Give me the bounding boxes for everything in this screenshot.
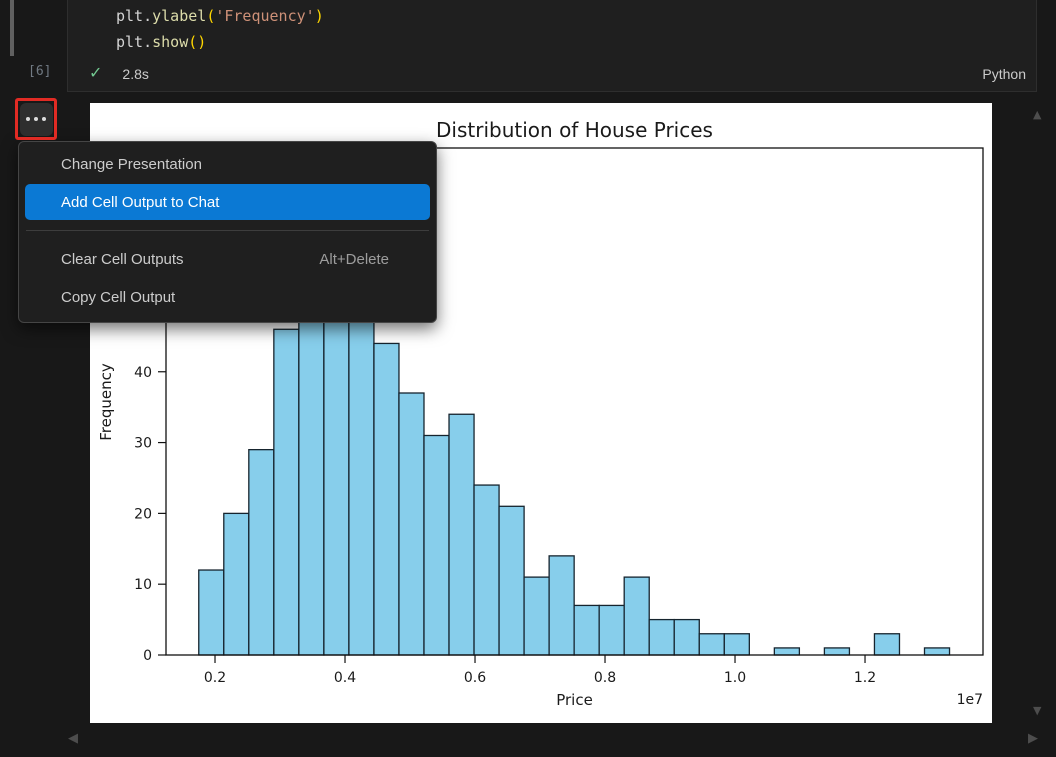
x-tick-label: 1.0	[724, 670, 746, 686]
cell-focus-indicator	[10, 0, 14, 56]
code-token: ylabel	[152, 7, 206, 25]
annotation-highlight-box	[15, 98, 57, 140]
histogram-bar	[925, 648, 950, 655]
y-tick-label: 10	[134, 577, 152, 593]
execution-duration: 2.8s	[122, 66, 148, 82]
code-line: plt.show()	[116, 29, 1036, 55]
histogram-bar	[399, 393, 424, 655]
code-token: )	[315, 7, 324, 25]
menu-item-copy-cell-output[interactable]: Copy Cell Output	[25, 279, 430, 315]
histogram-bar	[824, 648, 849, 655]
execution-count: [6]	[28, 64, 51, 79]
menu-item-label: Change Presentation	[61, 156, 202, 173]
cell-output-context-menu: Change Presentation Add Cell Output to Ch…	[18, 141, 437, 323]
menu-item-change-presentation[interactable]: Change Presentation	[25, 146, 430, 182]
menu-item-clear-cell-outputs[interactable]: Clear Cell Outputs Alt+Delete	[25, 241, 430, 277]
histogram-bar	[424, 435, 449, 655]
menu-item-label: Copy Cell Output	[61, 289, 175, 306]
code-editor[interactable]: plt.ylabel('Frequency')plt.show()	[68, 0, 1036, 55]
code-token: plt	[116, 7, 143, 25]
x-axis-offset-label: 1e7	[957, 692, 983, 708]
code-token: (	[206, 7, 215, 25]
code-cell: plt.ylabel('Frequency')plt.show() ✓ 2.8s…	[67, 0, 1037, 92]
kernel-language-label[interactable]: Python	[982, 66, 1026, 82]
y-tick-label: 30	[134, 436, 152, 452]
more-horizontal-icon	[34, 117, 38, 121]
code-token: .	[143, 33, 152, 51]
more-horizontal-icon	[42, 117, 46, 121]
histogram-bar	[874, 634, 899, 655]
more-horizontal-icon	[26, 117, 30, 121]
histogram-bar	[724, 634, 749, 655]
histogram-bar	[524, 577, 549, 655]
x-tick-label: 0.8	[594, 670, 616, 686]
histogram-bar	[499, 506, 524, 655]
histogram-bar	[674, 620, 699, 655]
histogram-bar	[224, 513, 249, 655]
histogram-bar	[449, 414, 474, 655]
histogram-bar	[374, 343, 399, 655]
histogram-bar	[774, 648, 799, 655]
code-token: 'Frequency'	[215, 7, 314, 25]
more-actions-button[interactable]	[20, 103, 53, 136]
histogram-bar	[549, 556, 574, 655]
code-token: show	[152, 33, 188, 51]
y-tick-label: 0	[143, 648, 152, 664]
scroll-right-icon[interactable]: ▶	[1028, 732, 1038, 745]
code-token: plt	[116, 33, 143, 51]
y-tick-label: 40	[134, 365, 152, 381]
cell-status-bar: ✓ 2.8s Python	[68, 57, 1036, 91]
chart-title: Distribution of House Prices	[436, 118, 713, 142]
histogram-bar	[599, 605, 624, 655]
y-tick-label: 20	[134, 506, 152, 522]
histogram-bar	[249, 450, 274, 655]
menu-item-label: Clear Cell Outputs	[61, 251, 184, 268]
code-token: .	[143, 7, 152, 25]
menu-item-label: Add Cell Output to Chat	[61, 194, 219, 211]
code-line: plt.ylabel('Frequency')	[116, 3, 1036, 29]
histogram-bar	[199, 570, 224, 655]
scroll-left-icon[interactable]: ◀	[68, 732, 78, 745]
code-token: )	[197, 33, 206, 51]
menu-item-shortcut: Alt+Delete	[319, 251, 389, 268]
histogram-bar	[649, 620, 674, 655]
x-tick-label: 0.2	[204, 670, 226, 686]
code-token: (	[188, 33, 197, 51]
scroll-down-icon[interactable]: ▼	[1033, 705, 1041, 716]
histogram-bar	[574, 605, 599, 655]
scroll-up-icon[interactable]: ▲	[1033, 109, 1041, 120]
x-tick-label: 0.4	[334, 670, 356, 686]
histogram-bar	[624, 577, 649, 655]
menu-separator	[26, 230, 429, 231]
histogram-bar	[274, 329, 299, 655]
x-axis-label: Price	[556, 691, 593, 709]
x-tick-label: 0.6	[464, 670, 486, 686]
y-axis-label: Frequency	[97, 363, 115, 441]
histogram-bar	[699, 634, 724, 655]
success-check-icon: ✓	[89, 66, 102, 82]
menu-item-add-cell-output-to-chat[interactable]: Add Cell Output to Chat	[25, 184, 430, 220]
x-tick-label: 1.2	[854, 670, 876, 686]
histogram-bar	[474, 485, 499, 655]
